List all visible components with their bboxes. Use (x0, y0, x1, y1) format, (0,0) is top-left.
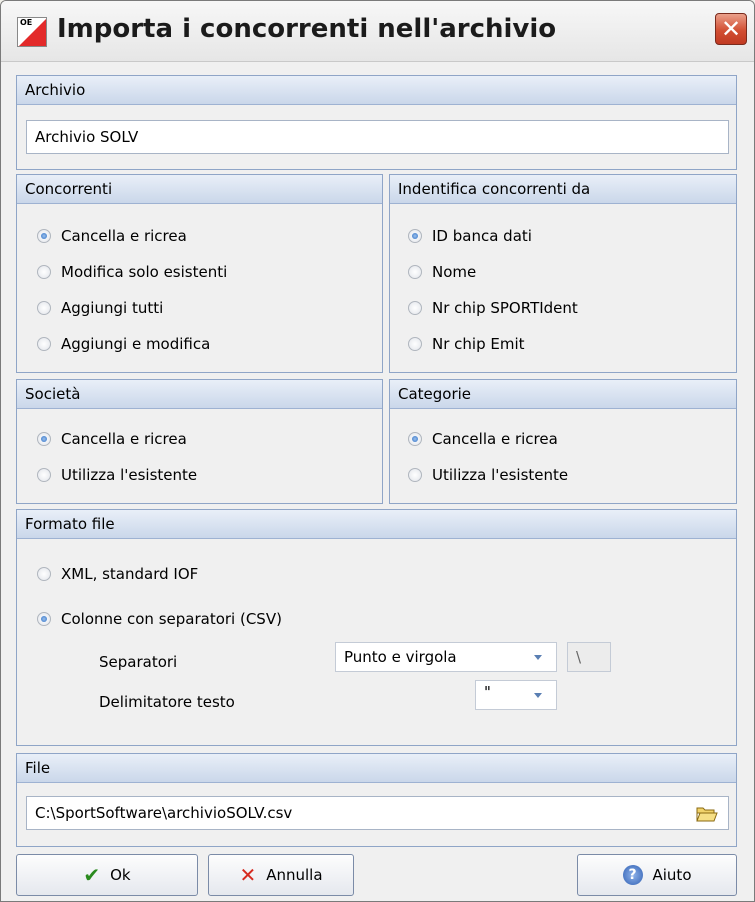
archivio-group: Archivio Archivio SOLV (16, 75, 737, 170)
societa-header: Società (17, 380, 382, 409)
import-dialog: OE Importa i concorrenti nell'archivio ✕… (0, 0, 755, 902)
radio-icon (408, 229, 422, 243)
radio-icon (37, 567, 51, 581)
categorie-option-utilizza-esistente[interactable]: Utilizza l'esistente (408, 466, 568, 484)
cancel-x-icon: ✕ (239, 863, 257, 887)
concorrenti-group: Concorrenti Cancella e ricrea Modifica s… (16, 174, 383, 373)
formato-option-csv[interactable]: Colonne con separatori (CSV) (37, 610, 282, 628)
radio-icon (37, 301, 51, 315)
societa-option-cancella-ricrea[interactable]: Cancella e ricrea (37, 430, 187, 448)
folder-open-icon[interactable] (696, 805, 718, 822)
title-bar: OE Importa i concorrenti nell'archivio ✕ (1, 1, 754, 62)
categorie-header: Categorie (390, 380, 736, 409)
identifica-option-nome[interactable]: Nome (408, 263, 476, 281)
chevron-down-icon (534, 693, 542, 698)
identifica-group: Indentifica concorrenti da ID banca dati… (389, 174, 737, 373)
categorie-group: Categorie Cancella e ricrea Utilizza l'e… (389, 379, 737, 504)
radio-icon (408, 265, 422, 279)
window-title: Importa i concorrenti nell'archivio (57, 14, 557, 44)
radio-icon (37, 265, 51, 279)
formato-group: Formato file XML, standard IOF Colonne c… (16, 509, 737, 746)
check-icon: ✔ (83, 863, 101, 887)
identifica-option-emit[interactable]: Nr chip Emit (408, 335, 525, 353)
help-icon: ? (622, 865, 643, 885)
societa-group: Società Cancella e ricrea Utilizza l'esi… (16, 379, 383, 504)
archivio-header: Archivio (17, 76, 736, 105)
societa-option-utilizza-esistente[interactable]: Utilizza l'esistente (37, 466, 197, 484)
concorrenti-header: Concorrenti (17, 175, 382, 204)
file-header: File (17, 754, 736, 783)
aiuto-button[interactable]: ? Aiuto (577, 854, 737, 896)
radio-icon (408, 301, 422, 315)
categorie-option-cancella-ricrea[interactable]: Cancella e ricrea (408, 430, 558, 448)
identifica-option-id[interactable]: ID banca dati (408, 227, 532, 245)
close-button[interactable]: ✕ (715, 13, 747, 45)
archivio-input[interactable]: Archivio SOLV (26, 120, 729, 154)
ok-button[interactable]: ✔ Ok (16, 854, 198, 896)
radio-icon (37, 229, 51, 243)
delimitatore-label: Delimitatore testo (99, 693, 235, 711)
radio-icon (37, 432, 51, 446)
radio-icon (37, 612, 51, 626)
concorrenti-option-aggiungi-tutti[interactable]: Aggiungi tutti (37, 299, 163, 317)
concorrenti-option-modifica-esistenti[interactable]: Modifica solo esistenti (37, 263, 227, 281)
radio-icon (37, 468, 51, 482)
file-group: File C:\SportSoftware\archivioSOLV.csv (16, 753, 737, 847)
radio-icon (37, 337, 51, 351)
radio-icon (408, 337, 422, 351)
radio-icon (408, 468, 422, 482)
separatori-select[interactable]: Punto e virgola (335, 642, 557, 672)
separatori-label: Separatori (99, 653, 178, 671)
concorrenti-option-cancella-ricrea[interactable]: Cancella e ricrea (37, 227, 187, 245)
file-path-input[interactable]: C:\SportSoftware\archivioSOLV.csv (26, 796, 729, 830)
separatori-custom-input[interactable]: \ (567, 642, 611, 672)
app-logo-icon: OE (17, 17, 47, 47)
identifica-option-sportident[interactable]: Nr chip SPORTIdent (408, 299, 578, 317)
annulla-button[interactable]: ✕ Annulla (208, 854, 354, 896)
delimitatore-select[interactable]: " (475, 680, 557, 710)
formato-header: Formato file (17, 510, 736, 539)
concorrenti-option-aggiungi-modifica[interactable]: Aggiungi e modifica (37, 335, 210, 353)
formato-option-xml[interactable]: XML, standard IOF (37, 565, 198, 583)
close-icon: ✕ (720, 15, 742, 43)
identifica-header: Indentifica concorrenti da (390, 175, 736, 204)
radio-icon (408, 432, 422, 446)
chevron-down-icon (534, 655, 542, 660)
